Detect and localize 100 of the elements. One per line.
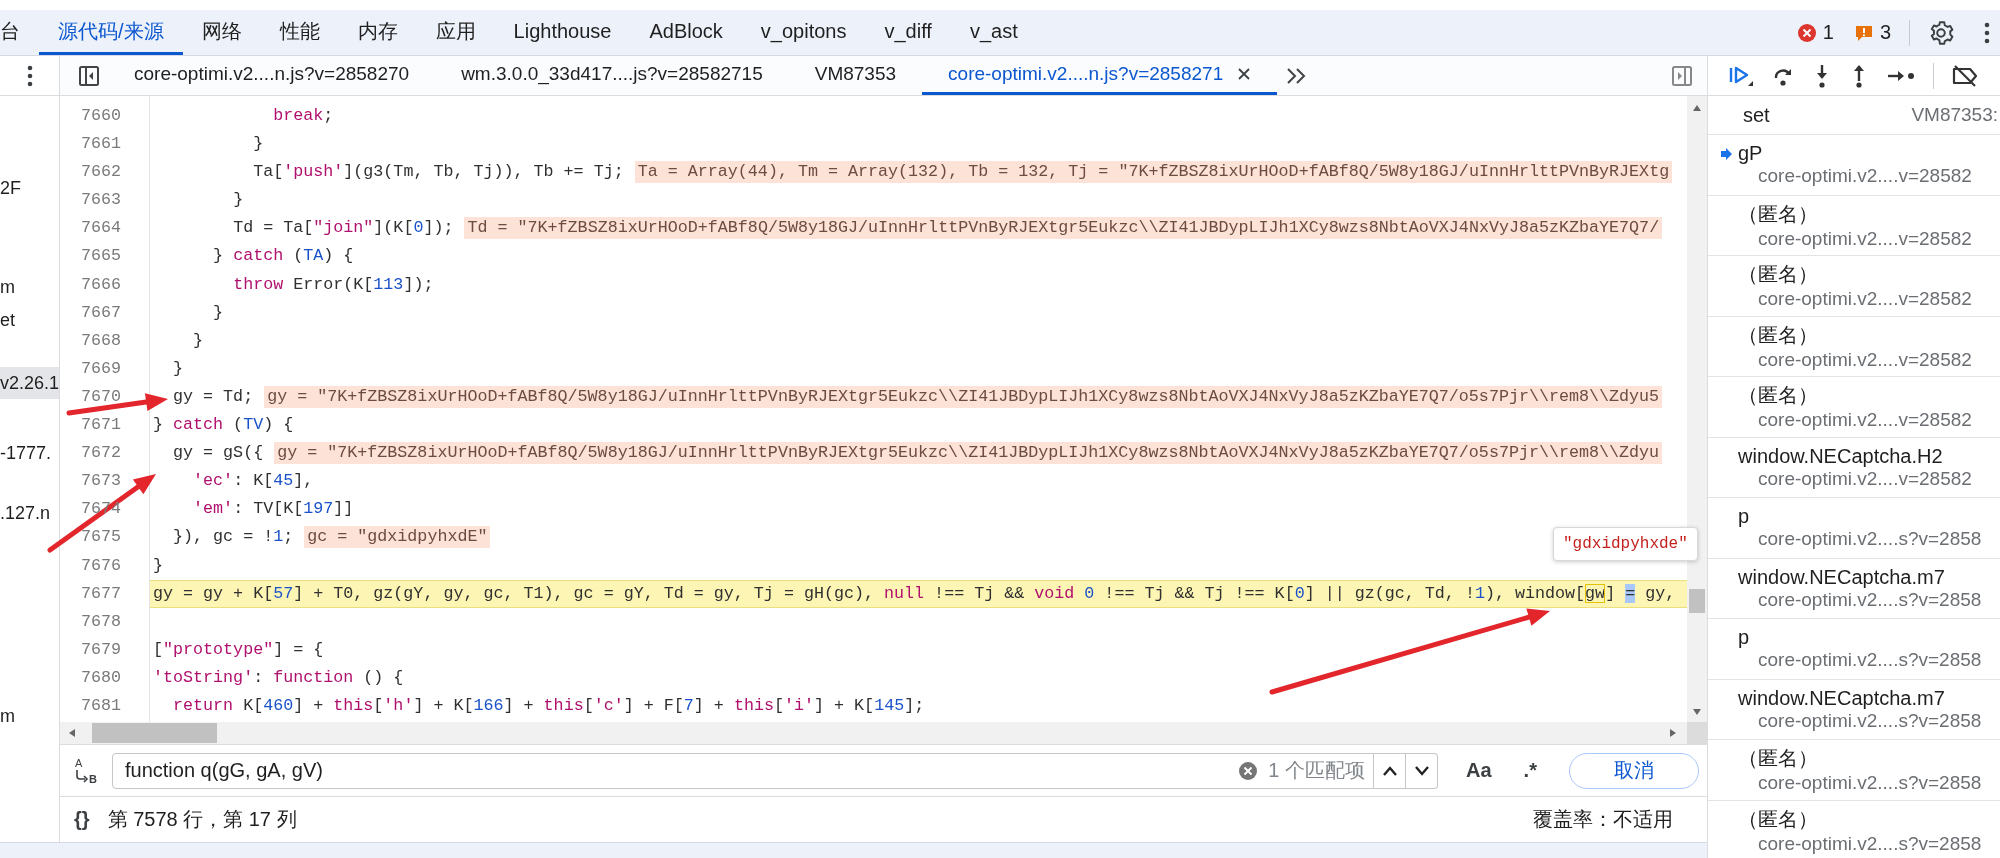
chevron-up-icon[interactable] [1381,765,1398,776]
line-number: 7670 [79,385,121,408]
file-tab[interactable]: wm.3.0.0_33d417....js?v=28582715 [435,56,789,95]
clear-icon[interactable] [1238,760,1259,781]
call-frame[interactable]: （匿名） core-optimi.v2....s?v=2858 [1708,740,2000,801]
line-number: 7667 [79,301,121,324]
panel-tab[interactable]: Lighthouse [494,10,631,55]
line-number: 7661 [79,133,121,156]
call-frame[interactable]: （匿名） core-optimi.v2....v=28582 [1708,377,2000,438]
panel-tab[interactable]: AdBlock [630,10,742,55]
search-input[interactable]: function q(gG, gA, gV) [125,759,1229,782]
scrollbar-thumb[interactable] [92,723,217,743]
code-line: } catch (TV) { [153,414,294,437]
error-count: 1 [1822,21,1834,44]
line-number: 7666 [79,273,121,296]
next-match-button[interactable] [1406,752,1438,789]
file-tab[interactable]: core-optimi.v2....n.js?v=2858271 [922,56,1278,95]
call-frame[interactable]: （匿名） core-optimi.v2....v=28582 [1708,316,2000,377]
call-frame[interactable]: p core-optimi.v2....s?v=2858 [1708,619,2000,680]
sidebar-toggle-icon[interactable] [78,64,100,87]
file-tab-label: core-optimi.v2....n.js?v=2858271 [948,63,1224,85]
cancel-button[interactable]: 取消 [1568,752,1699,789]
sidebar-toggle-icon[interactable] [1671,64,1693,87]
frame-name: （匿名） [1738,806,1819,832]
call-frame[interactable]: （匿名） core-optimi.v2....s?v=2858 [1708,800,2000,858]
call-frame[interactable]: window.NECaptcha.m7 core-optimi.v2....s?v=2858 [1708,679,2000,740]
regex-button[interactable]: .* [1519,759,1541,782]
more-icon[interactable] [1984,21,1990,44]
file-tree-item[interactable]: m [0,271,59,303]
line-number: 7672 [79,442,121,465]
line-number: 7664 [79,217,121,240]
code-line: } [193,329,204,352]
chevron-down-icon[interactable] [1413,765,1430,776]
search-box[interactable]: function q(gG, gA, gV) 1 个匹配项 [112,752,1374,789]
file-tree-item[interactable]: .127.n [0,497,59,529]
code-line: ["prototype"] = { [153,638,324,661]
panel-tab[interactable]: 台 [0,10,39,55]
panel-tab[interactable]: v_ast [950,10,1037,55]
format-button[interactable]: {} [70,808,94,831]
file-tree-item[interactable]: v2.26.1 [0,367,59,399]
replace-toggle-button[interactable]: A B [70,754,102,787]
frame-name: window.NECaptcha.m7 [1738,686,1946,710]
frame-name: window.NECaptcha.H2 [1738,444,1944,468]
code-line: 'toString': function () { [153,666,404,689]
code-line: Ta['push'](g3(Tm, Tb, Tj)), Tb += Tj; [253,161,624,184]
scroll-left-icon[interactable] [68,728,76,738]
scroll-right-icon[interactable] [1669,728,1677,738]
panel-tab[interactable]: 网络 [182,10,261,55]
line-number: 7668 [79,329,121,352]
frame-location: core-optimi.v2....v=28582 [1757,409,1973,432]
code-line: }), gc = !1; [173,526,294,549]
deactivate-breakpoints-icon[interactable] [1951,63,1979,88]
line-number: 7679 [79,638,121,661]
file-tree-item[interactable]: -1777. [0,437,59,469]
chevrons-icon[interactable] [1285,66,1308,85]
code-line: gy = gS({ [173,442,264,465]
inline-value: gy = "7K+fZBSZ8ixUrHOoD+fABf8Q/5W8y18GJ/uInnHrlttPVnByRJEXtgr5Eukzc\\ZI41JBDypLIJh1XCy8wzs8NbtAoVXJ4NxVyJ8a5zKZbaYE7Q7/o5s7Pjr\\rem8\\Zdyu [274,442,1663,465]
frame-name: p [1738,626,1751,650]
code-line: } [253,133,264,156]
code-line: Td = Ta["join"](K[0]); [233,217,454,240]
panel-tab[interactable]: 内存 [338,10,417,55]
scrollbar-thumb[interactable] [1689,589,1705,613]
file-tree-item[interactable]: et [0,304,59,336]
frame-name: gP [1738,142,1764,166]
more-icon[interactable] [27,64,33,87]
frame-location: core-optimi.v2....v=28582 [1757,288,1973,311]
panel-tab[interactable]: v_diff [865,10,951,55]
call-frame[interactable]: window.NECaptcha.H2 core-optimi.v2....v=28582 [1708,437,2000,498]
call-frame[interactable]: set VM87353: [1708,96,2000,135]
frame-location: core-optimi.v2....s?v=2858 [1757,588,1983,611]
close-icon[interactable] [1237,67,1252,81]
frame-name: （匿名） [1738,383,1819,409]
file-tab[interactable]: core-optimi.v2....n.js?v=2858270 [108,56,436,95]
settings-icon[interactable] [1928,19,1954,46]
call-frame[interactable]: （匿名） core-optimi.v2....v=28582 [1708,195,2000,256]
file-tree-item[interactable]: m [0,700,59,732]
scroll-down-icon[interactable] [1692,708,1702,716]
call-frame[interactable]: gP core-optimi.v2....v=28582 [1708,135,2000,196]
warning-count: 3 [1879,21,1891,44]
file-tab[interactable]: VM87353 [788,56,923,95]
vertical-scrollbar[interactable] [1687,96,1707,722]
file-tab-label: wm.3.0.0_33d417....js?v=28582715 [461,63,763,85]
code-line: 'em': TV[K[197]] [193,498,354,521]
coverage-text: 覆盖率：不适用 [1533,807,1673,832]
call-frame[interactable]: p core-optimi.v2....s?v=2858 [1708,498,2000,559]
call-frame[interactable]: （匿名） core-optimi.v2....v=28582 [1708,256,2000,317]
horizontal-scrollbar[interactable] [60,722,1707,744]
match-case-button[interactable]: Aa [1462,759,1496,782]
previous-match-button[interactable] [1374,752,1406,789]
call-frame[interactable]: window.NECaptcha.m7 core-optimi.v2....s?v=2858 [1708,558,2000,619]
line-number: 7676 [79,554,121,577]
code-line: break; [273,105,334,127]
error-icon [1796,22,1817,43]
frame-location: core-optimi.v2....s?v=2858 [1757,649,1983,672]
panel-tab[interactable]: v_opitons [741,10,866,55]
inline-value: gc = "gdxidpyhxdE" [304,526,491,549]
file-tree-item[interactable]: 2F [0,172,59,204]
scroll-up-icon[interactable] [1692,104,1702,112]
panel-tab[interactable]: 性能 [260,10,339,55]
panel-tab[interactable]: 应用 [416,10,495,55]
